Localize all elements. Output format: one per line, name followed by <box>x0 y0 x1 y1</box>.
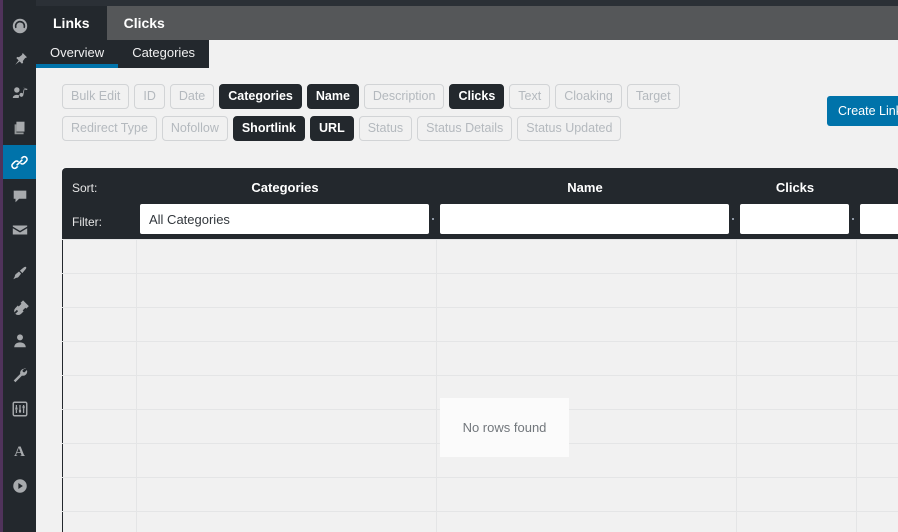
column-toggle-status-updated[interactable]: Status Updated <box>517 116 622 141</box>
column-toggle-date[interactable]: Date <box>169 84 215 109</box>
sidebar-item-media[interactable] <box>3 77 36 111</box>
media-icon <box>11 85 29 103</box>
column-toggle-name[interactable]: Name <box>306 84 359 109</box>
table-row <box>62 511 898 512</box>
table-body[interactable]: No rows found <box>62 239 898 532</box>
tab-links[interactable]: Links <box>36 6 107 40</box>
user-icon <box>11 332 29 350</box>
filter-input-categories[interactable] <box>140 204 429 234</box>
filter-input-name[interactable] <box>440 204 729 234</box>
column-toggle-categories[interactable]: Categories <box>219 84 302 109</box>
main-tab-bar: Links Clicks <box>36 6 898 40</box>
column-resize-handle[interactable] <box>852 218 854 220</box>
column-toggle-group: Bulk Edit ID Date Categories Name Description… <box>62 84 782 148</box>
column-toggle-status[interactable]: Status <box>358 116 413 141</box>
table-row <box>62 307 898 308</box>
filter-input-clicks[interactable] <box>740 204 849 234</box>
sidebar-item-plugins[interactable] <box>3 290 36 324</box>
column-toggle-description[interactable]: Description <box>363 84 445 109</box>
mail-icon <box>11 221 29 239</box>
sidebar-item-dashboard[interactable] <box>3 9 36 43</box>
table-row <box>62 375 898 376</box>
column-header-name[interactable]: Name <box>440 180 730 195</box>
column-toggle-url[interactable]: URL <box>310 116 354 141</box>
column-resize-handle[interactable] <box>432 218 434 220</box>
table-row <box>62 273 898 274</box>
tab-clicks[interactable]: Clicks <box>107 6 182 40</box>
subtab-overview[interactable]: Overview <box>36 40 119 68</box>
sort-label: Sort: <box>72 181 98 195</box>
link-icon <box>10 153 29 172</box>
sliders-icon <box>11 400 29 418</box>
pages-icon <box>11 119 29 137</box>
column-toggle-bulk-edit[interactable]: Bulk Edit <box>62 84 130 109</box>
column-toggle-shortlink[interactable]: Shortlink <box>232 116 306 141</box>
admin-sidebar: A <box>0 0 44 532</box>
sidebar-item-mail[interactable] <box>3 213 36 247</box>
column-toggle-nofollow[interactable]: Nofollow <box>161 116 228 141</box>
letter-a-icon: A <box>14 443 25 460</box>
column-toggle-target[interactable]: Target <box>626 84 680 109</box>
empty-state-message: No rows found <box>440 398 569 457</box>
sidebar-item-users[interactable] <box>3 324 36 358</box>
table-column-divider <box>136 239 137 532</box>
filter-label: Filter: <box>72 215 102 229</box>
pin-icon <box>11 51 29 69</box>
table-left-edge <box>62 239 63 532</box>
table-column-divider <box>736 239 737 532</box>
sidebar-item-settings[interactable] <box>3 392 36 426</box>
column-header-categories[interactable]: Categories <box>140 180 430 195</box>
filter-input-next-column[interactable] <box>860 204 898 234</box>
table-column-divider <box>856 239 857 532</box>
column-resize-handle[interactable] <box>732 218 734 220</box>
comment-icon <box>11 187 29 205</box>
table-row <box>62 239 898 240</box>
column-header-clicks[interactable]: Clicks <box>740 180 850 195</box>
brush-icon <box>11 264 29 282</box>
dashboard-icon <box>11 17 29 35</box>
column-toggle-id[interactable]: ID <box>134 84 165 109</box>
create-link-button[interactable]: Create Link <box>827 96 898 126</box>
sidebar-item-typography[interactable]: A <box>3 435 36 469</box>
column-toggle-clicks[interactable]: Clicks <box>449 84 505 109</box>
column-toggle-redirect-type[interactable]: Redirect Type <box>62 116 157 141</box>
sidebar-item-comments[interactable] <box>3 179 36 213</box>
column-toggle-cloaking[interactable]: Cloaking <box>555 84 622 109</box>
column-toggle-status-details[interactable]: Status Details <box>417 116 513 141</box>
sidebar-item-media-player[interactable] <box>3 469 36 503</box>
wrench-icon <box>11 366 29 384</box>
content-area: Bulk Edit ID Date Categories Name Description… <box>36 68 898 532</box>
sidebar-item-tools[interactable] <box>3 358 36 392</box>
table-column-divider <box>436 239 437 532</box>
sub-tab-bar: Overview Categories <box>36 40 898 68</box>
sidebar-item-links[interactable] <box>3 145 44 179</box>
column-toggle-text[interactable]: Text <box>509 84 551 109</box>
sidebar-item-posts[interactable] <box>3 43 36 77</box>
subtab-categories[interactable]: Categories <box>118 40 210 68</box>
sidebar-item-pages[interactable] <box>3 111 36 145</box>
table-row <box>62 341 898 342</box>
sidebar-item-appearance[interactable] <box>3 256 36 290</box>
links-table: Sort: Filter: Categories Name Clicks All… <box>62 168 898 532</box>
play-circle-icon <box>11 477 29 495</box>
table-row <box>62 477 898 478</box>
table-header: Sort: Filter: Categories Name Clicks <box>62 168 898 239</box>
admin-screen: A Links Clicks Overview Categories Bulk … <box>0 0 898 532</box>
plug-icon <box>11 298 29 316</box>
